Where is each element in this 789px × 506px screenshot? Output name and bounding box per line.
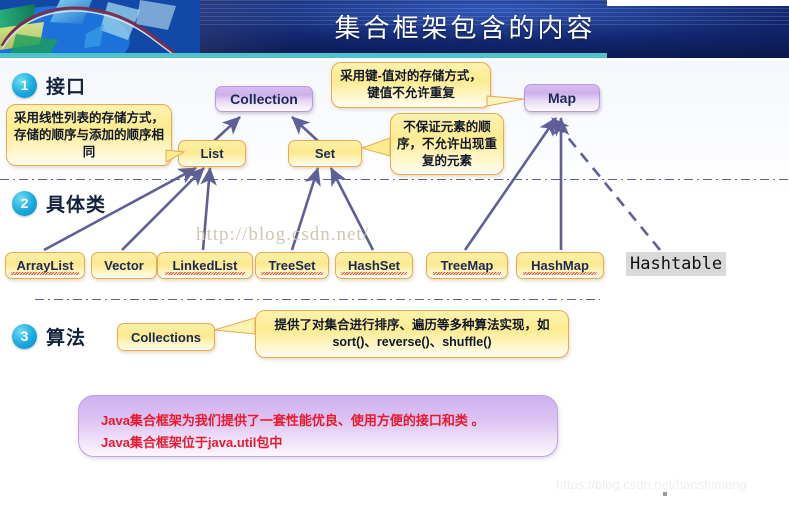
node-hashmap[interactable]: HashMap xyxy=(516,252,604,279)
summary-line-2: Java集合框架位于java.util包中 xyxy=(101,435,283,450)
node-label: Collection xyxy=(230,91,298,107)
slide-header: 集合框架包含的内容 xyxy=(0,0,789,58)
spellcheck-underline xyxy=(432,272,502,275)
slide-title: 集合框架包含的内容 xyxy=(334,14,596,43)
abstract-blue-graphic-icon xyxy=(0,0,200,58)
spellcheck-underline xyxy=(523,272,597,275)
summary-line-1: Java集合框架为我们提供了一套性能优良、使用方便的接口和类 。 xyxy=(101,413,485,428)
node-set[interactable]: Set xyxy=(288,140,362,167)
node-treeset[interactable]: TreeSet xyxy=(255,252,329,279)
spellcheck-underline xyxy=(11,272,79,275)
section-header-interface: 1 接口 xyxy=(12,72,86,99)
callout-text: 采用线性列表的存储方式，存储的顺序与添加的顺序相同 xyxy=(13,110,164,159)
node-hashtable[interactable]: Hashtable xyxy=(626,252,727,276)
header-right-strip xyxy=(607,0,789,6)
node-label: HashSet xyxy=(347,258,401,273)
node-label: Vector xyxy=(104,258,144,273)
slide-canvas: 集合框架包含的内容 1 接口 Collection Map List Set 采… xyxy=(0,0,789,506)
node-label: List xyxy=(200,146,224,161)
section-label: 算法 xyxy=(46,328,87,349)
callout-list: 采用线性列表的存储方式，存储的顺序与添加的顺序相同 xyxy=(6,104,172,166)
node-hashset[interactable]: HashSet xyxy=(335,252,413,279)
section-header-classes: 2 具体类 xyxy=(12,190,106,217)
divider-interface-class xyxy=(0,178,789,180)
footer-dot xyxy=(663,492,667,496)
node-collections[interactable]: Collections xyxy=(117,323,215,351)
watermark-middle: http://blog.csdn.net/ xyxy=(196,224,369,245)
section-number-badge: 2 xyxy=(12,191,37,216)
node-label: Hashtable xyxy=(630,254,723,274)
callout-algorithm: 提供了对集合进行排序、遍历等多种算法实现，如 sort()、reverse()、… xyxy=(255,310,569,358)
header-teal-bar xyxy=(0,53,607,58)
summary-box: Java集合框架为我们提供了一套性能优良、使用方便的接口和类 。 Java集合框… xyxy=(78,395,558,457)
divider-class-algorithm xyxy=(35,298,600,300)
node-label: Set xyxy=(314,146,336,161)
node-collection[interactable]: Collection xyxy=(215,86,313,112)
node-label: TreeMap xyxy=(440,258,494,273)
node-label: HashMap xyxy=(531,258,589,273)
watermark-footer: https://blog.csdn.net/hanshimeng xyxy=(556,477,747,492)
callout-text: 提供了对集合进行排序、遍历等多种算法实现，如 sort()、reverse()、… xyxy=(274,318,550,349)
callout-text: 不保证元素的顺序，不允许出现重复的元素 xyxy=(397,119,498,168)
spellcheck-underline xyxy=(341,272,407,275)
section-header-algorithm: 3 算法 xyxy=(12,323,86,350)
spellcheck-underline xyxy=(164,272,246,275)
section-label: 接口 xyxy=(46,77,87,98)
section-number-badge: 3 xyxy=(12,324,37,349)
node-label: Map xyxy=(548,90,576,106)
node-label: LinkedList xyxy=(172,258,238,273)
callout-map: 采用键-值对的存储方式，键值不允许重复 xyxy=(331,62,491,108)
section-number-badge: 1 xyxy=(12,73,37,98)
callout-set: 不保证元素的顺序，不允许出现重复的元素 xyxy=(390,113,504,175)
node-treemap[interactable]: TreeMap xyxy=(426,252,508,279)
spellcheck-underline xyxy=(261,272,323,275)
node-label: Collections xyxy=(130,329,202,345)
callout-text: 采用键-值对的存储方式，键值不允许重复 xyxy=(340,69,482,100)
node-label: ArrayList xyxy=(16,258,74,273)
section-label: 具体类 xyxy=(46,195,107,216)
node-map[interactable]: Map xyxy=(524,84,600,112)
node-arraylist[interactable]: ArrayList xyxy=(5,252,85,279)
node-list[interactable]: List xyxy=(178,140,246,167)
node-linkedlist[interactable]: LinkedList xyxy=(157,252,253,279)
node-label: TreeSet xyxy=(268,258,316,273)
node-vector[interactable]: Vector xyxy=(91,252,157,279)
